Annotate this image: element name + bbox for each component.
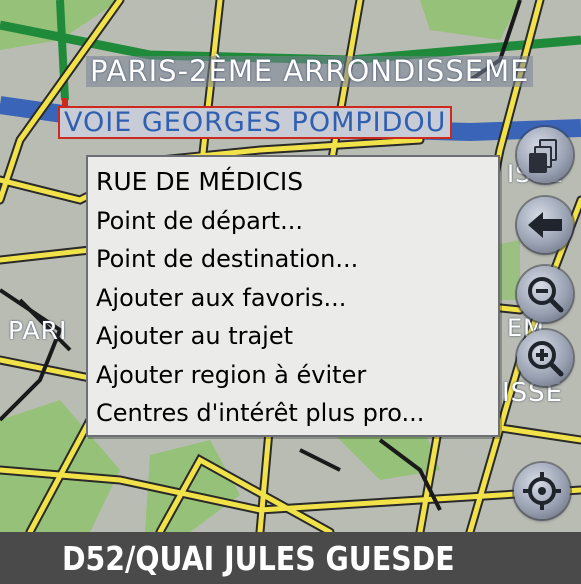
zoom-in-button[interactable]: [517, 330, 573, 386]
menu-item-departure[interactable]: Point de départ...: [96, 202, 498, 241]
crosshair-icon: [523, 472, 561, 510]
menu-item-add-to-route[interactable]: Ajouter au trajet: [96, 317, 498, 356]
context-menu: RUE DE MÉDICIS Point de départ... Point …: [86, 155, 500, 437]
map-label-highlighted-street: VOIE GEORGES POMPIDOU: [58, 106, 453, 139]
map-label-arrondissement: PARIS-2ÈME ARRONDISSEME: [86, 56, 534, 87]
back-button[interactable]: [517, 197, 573, 253]
arrow-left-icon: [528, 212, 562, 238]
map-label-left-partial: PARI: [8, 316, 68, 345]
menu-title-street: RUE DE MÉDICIS: [96, 167, 304, 196]
menu-item-avoid-region[interactable]: Ajouter region à éviter: [96, 356, 498, 395]
zoom-out-icon: [528, 277, 564, 313]
menu-item-nearby-poi[interactable]: Centres d'intérêt plus pro...: [96, 394, 498, 433]
status-bar: D52/QUAI JULES GUESDE: [0, 532, 581, 584]
copy-icon: [529, 139, 557, 173]
menu-item-destination[interactable]: Point de destination...: [96, 240, 498, 279]
zoom-out-button[interactable]: [517, 266, 573, 322]
zoom-in-icon: [528, 341, 564, 377]
menu-item-add-favorites[interactable]: Ajouter aux favoris...: [96, 279, 498, 318]
copy-button[interactable]: [517, 127, 573, 183]
current-road-name: D52/QUAI JULES GUESDE: [62, 538, 455, 578]
locate-button[interactable]: [514, 463, 570, 519]
navigation-screen: PARIS-2ÈME ARRONDISSEME VOIE GEORGES POM…: [0, 0, 581, 584]
